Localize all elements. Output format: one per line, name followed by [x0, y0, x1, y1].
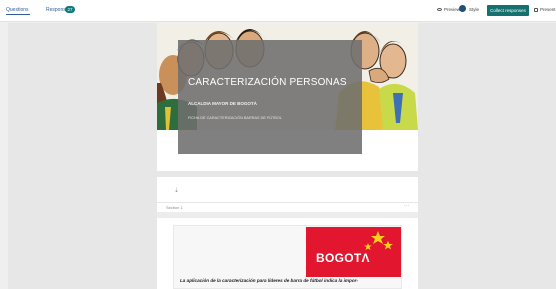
section-divider: [157, 202, 418, 203]
present-button[interactable]: Present: [534, 7, 556, 12]
style-button[interactable]: Style: [459, 5, 480, 12]
add-section-icon[interactable]: ⇣: [174, 187, 179, 194]
preview-label: Preview: [444, 7, 461, 12]
tab-questions-label: Questions: [6, 7, 29, 13]
section-card[interactable]: ⇣ Section 1 ··· BOGOTΛ La aplicación de …: [157, 177, 418, 289]
form-title: CARACTERIZACIÓN PERSONAS: [188, 77, 347, 88]
top-bar: Questions Responses 27 Preview Style Col…: [0, 0, 556, 22]
title-overlay[interactable]: CARACTERIZACIÓN PERSONAS ALCALDIA MAYOR …: [178, 40, 362, 154]
section-separator-bar: [157, 212, 418, 218]
logo-text: BOGOTΛ: [316, 251, 370, 265]
present-icon: [534, 7, 538, 12]
preview-button[interactable]: Preview: [437, 7, 460, 12]
section-image: BOGOTΛ La aplicación de la caracterizaci…: [173, 225, 402, 289]
style-label: Style: [469, 7, 480, 12]
eye-icon: [437, 8, 442, 12]
form-description: FICHA DE CARACTERIZACIÓN BARRAS DE FÚTBO…: [188, 116, 282, 120]
more-options-icon[interactable]: ···: [404, 203, 409, 209]
collect-responses-button[interactable]: Collect responses: [487, 5, 529, 16]
bogota-logo: BOGOTΛ: [306, 227, 401, 277]
tab-active-underline: [6, 14, 30, 15]
tab-questions[interactable]: Questions: [6, 7, 30, 15]
palette-icon: [459, 5, 466, 12]
section-label: Section 1: [166, 205, 183, 210]
present-label: Present: [540, 7, 556, 12]
responses-count-badge: 27: [65, 6, 75, 13]
section-intro-text: La aplicación de la caracterización para…: [180, 278, 358, 283]
form-organization: ALCALDIA MAYOR DE BOGOTÁ: [188, 101, 257, 106]
